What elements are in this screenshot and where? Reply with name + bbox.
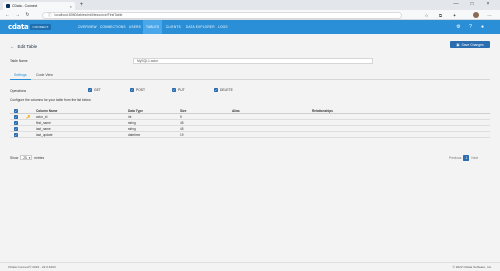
address-bar-row: ← → ↻ ⓘ localhost:8080/tables/edit/tesou… [0,10,500,20]
nav-clients[interactable]: CLIENTS [163,20,184,34]
column-size: 19 [180,133,184,137]
operation-get[interactable]: ✓ GET [88,88,101,92]
minimize-button[interactable]: — [450,1,462,8]
save-label: Save Changes [461,42,484,47]
collections-icon[interactable]: ⧉ [437,12,444,19]
browser-tab[interactable]: CData - Connect × [3,2,75,10]
columns-table: ✓ Column Name Data Type Size Alias Relat… [10,108,490,138]
chevron-down-icon: ▾ [28,155,31,160]
tab-settings[interactable]: Settings [10,72,31,80]
more-menu-icon[interactable]: ⋯ [486,12,493,19]
operation-label: DELETE [220,88,233,92]
favorites-icon[interactable]: ☆ [423,12,430,19]
footer: CData Connect© 2022 · 22.0.8103 © 2022 C… [0,262,500,271]
profile-avatar[interactable] [473,12,479,18]
extensions-icon[interactable]: ✦ [451,12,458,19]
logo-badge: CONNECT [30,24,51,30]
operation-label: PUT [178,88,185,92]
table-row[interactable]: ✓ last_update datetime 19 [10,132,490,138]
page-length-value: 25 [23,155,27,160]
new-tab-button[interactable]: + [78,2,85,9]
previous-page-button[interactable]: Previous [449,156,461,160]
next-page-button[interactable]: Next [471,156,478,160]
footer-version: CData Connect© 2022 · 22.0.8103 [8,265,56,269]
checkbox-checked-icon[interactable]: ✓ [214,88,218,92]
show-label: Show [10,155,19,160]
url-field[interactable]: ⓘ localhost:8080/tables/edit/tesource/Fi… [42,11,402,19]
forward-button[interactable]: → [14,12,21,19]
row-checkbox[interactable]: ✓ [14,133,18,137]
footer-copyright: © 2022 CData Software, Inc. [452,265,492,269]
operations-label: Operations [10,89,27,93]
user-icon[interactable]: ● [479,24,486,31]
url-text: localhost:8080/tables/edit/tesource/Firs… [54,13,123,17]
row-checkbox[interactable]: ✓ [14,127,18,131]
main-content: ← Edit Table ▣ Save Changes Table Name M… [0,34,500,262]
favicon-icon [6,4,10,8]
current-page-button[interactable]: 1 [463,155,470,161]
tab-code-view[interactable]: Code View [32,72,57,80]
pagination: Previous 1 Next [449,155,478,161]
columns-description: Configure the columns for your table fro… [10,98,92,102]
help-icon[interactable]: ? [467,24,474,31]
operation-label: GET [94,88,101,92]
checkbox-checked-icon[interactable]: ✓ [172,88,176,92]
nav-tables[interactable]: TABLES [143,20,163,34]
app-header: cdata CONNECT OVERVIEW CONNECTIONS USERS… [0,20,500,34]
maximize-button[interactable]: □ [466,1,478,8]
operation-post[interactable]: ✓ POST [130,88,145,92]
cdata-logo[interactable]: cdata CONNECT [8,23,51,31]
arrow-left-icon: ← [10,44,15,49]
nav-data-explorer[interactable]: DATA EXPLORER [183,20,218,34]
back-link[interactable]: ← Edit Table [10,44,37,49]
reload-button[interactable]: ↻ [24,12,31,19]
tab-title: CData - Connect [12,4,38,8]
operation-delete[interactable]: ✓ DELETE [214,88,233,92]
page-length-select[interactable]: 25 ▾ [20,155,33,160]
page-tabs: Settings Code View [10,72,490,80]
row-checkbox[interactable]: ✓ [14,115,18,119]
column-name: last_update [36,133,53,137]
nav-logs[interactable]: LOGS [215,20,231,34]
operation-put[interactable]: ✓ PUT [172,88,185,92]
operation-label: POST [136,88,145,92]
table-name-label: Table Name [10,59,28,63]
browser-tab-bar: CData - Connect × + — □ × [0,0,500,10]
save-icon: ▣ [456,42,460,47]
page-length-control: Show 25 ▾ entries [10,155,44,160]
close-tab-icon[interactable]: × [70,4,72,9]
close-window-button[interactable]: × [482,1,494,8]
info-icon: ⓘ [48,12,52,17]
settings-gear-icon[interactable]: ⚙ [455,24,462,31]
data-type: datetime [128,133,141,137]
back-button[interactable]: ← [4,12,11,19]
entries-label: entries [34,155,45,160]
logo-text: cdata [8,23,29,31]
row-checkbox[interactable]: ✓ [14,121,18,125]
page-title: Edit Table [17,44,38,49]
save-changes-button[interactable]: ▣ Save Changes [450,41,490,48]
nav-users[interactable]: USERS [126,20,144,34]
checkbox-checked-icon[interactable]: ✓ [88,88,92,92]
nav-connections[interactable]: CONNECTIONS [97,20,129,34]
select-all-checkbox[interactable]: ✓ [14,109,18,113]
table-name-input[interactable]: MySQL1.actor [133,58,373,64]
checkbox-checked-icon[interactable]: ✓ [130,88,134,92]
